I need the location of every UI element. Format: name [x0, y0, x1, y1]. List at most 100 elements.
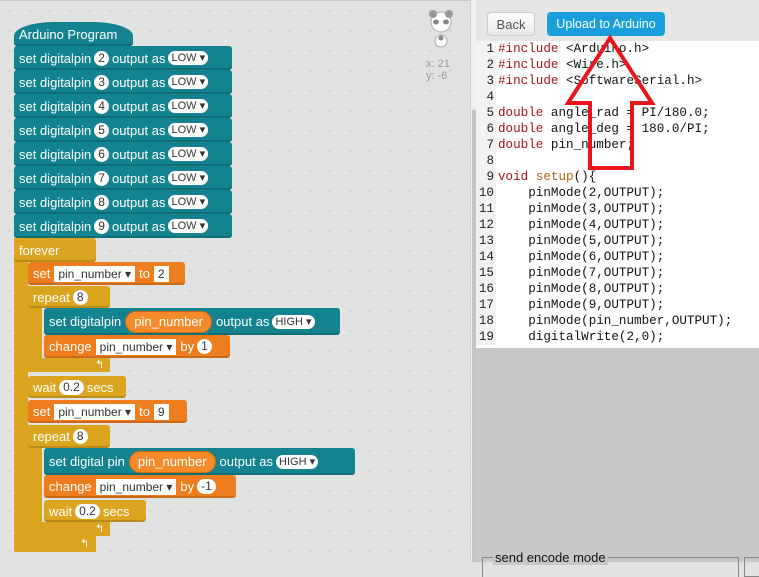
pin-input[interactable]: 6 [94, 146, 109, 162]
set-digitalpin-block[interactable]: set digitalpin 4 output as LOW ▾ [14, 94, 232, 118]
pin-input[interactable]: 4 [94, 98, 109, 114]
pin-input[interactable]: 7 [94, 170, 109, 186]
level-dropdown[interactable]: LOW ▾ [168, 75, 209, 89]
code-token: pinMode(5,OUTPUT); [498, 234, 665, 248]
value-input[interactable]: 9 [153, 403, 169, 420]
block-text: output as [111, 98, 166, 114]
pin-input[interactable]: 2 [94, 50, 109, 66]
level-dropdown[interactable]: HIGH ▾ [276, 454, 319, 469]
level-dropdown[interactable]: LOW ▾ [168, 123, 209, 137]
value-input[interactable]: 2 [153, 265, 169, 282]
code-line: 4 [476, 89, 759, 105]
block-text: by [180, 339, 195, 354]
loop-arrow-icon: ↰ [95, 523, 105, 535]
line-number: 17 [476, 297, 496, 313]
line-number: 7 [476, 137, 496, 153]
variable-dropdown[interactable]: pin_number ▾ [95, 478, 177, 495]
block-text: to [139, 404, 150, 419]
line-number: 11 [476, 201, 496, 217]
level-dropdown[interactable]: LOW ▾ [168, 99, 209, 113]
set-variable-block[interactable]: set pin_number ▾ to 9 [28, 400, 187, 423]
set-digitalpin-block[interactable]: set digitalpin 7 output as LOW ▾ [14, 166, 232, 190]
set-variable-block[interactable]: set pin_number ▾ to 2 [28, 262, 185, 285]
set-digitalpin-block[interactable]: set digitalpin 3 output as LOW ▾ [14, 70, 232, 94]
repeat-count-input[interactable]: 8 [72, 289, 88, 305]
level-dropdown[interactable]: LOW ▾ [168, 147, 209, 161]
line-text: pinMode(3,OUTPUT); [496, 201, 664, 217]
pin-number-reporter[interactable]: pin_number [125, 310, 212, 333]
coord-x: x: 21 [426, 58, 450, 70]
block-text: by [180, 479, 195, 494]
line-text: digitalWrite(2,0); [496, 329, 664, 345]
repeat-block[interactable]: repeat 8 [28, 286, 110, 308]
line-number: 9 [476, 169, 496, 185]
level-dropdown[interactable]: LOW ▾ [168, 171, 209, 185]
pin-number-reporter[interactable]: pin_number [128, 450, 216, 473]
change-variable-block[interactable]: change pin_number ▾ by 1 [44, 335, 230, 358]
set-digitalpin-block[interactable]: set digitalpin 6 output as LOW ▾ [14, 142, 232, 166]
code-line: 10 pinMode(2,OUTPUT); [476, 185, 759, 201]
block-text: change [49, 479, 92, 494]
upload-to-arduino-button[interactable]: Upload to Arduino [547, 12, 665, 36]
line-text [496, 89, 498, 105]
forever-block[interactable]: forever [14, 238, 96, 262]
line-text [496, 153, 498, 169]
variable-dropdown[interactable]: pin_number ▾ [95, 338, 177, 355]
set-digitalpin-block[interactable]: set digitalpin 9 output as LOW ▾ [14, 214, 232, 238]
line-text: pinMode(6,OUTPUT); [496, 249, 664, 265]
line-text: double pin_number; [496, 137, 634, 153]
fieldset-label: send encode mode [493, 550, 608, 565]
set-digitalpin-block[interactable]: set digitalpin pin_number output as HIGH ▾ [44, 308, 340, 335]
level-dropdown[interactable]: HIGH ▾ [272, 314, 315, 329]
pin-input[interactable]: 8 [94, 194, 109, 210]
repeat-label: repeat [33, 429, 70, 444]
variable-dropdown[interactable]: pin_number ▾ [54, 265, 136, 282]
block-text: set digitalpin [19, 218, 92, 234]
seconds-input[interactable]: 0.2 [59, 379, 84, 395]
seconds-input[interactable]: 0.2 [75, 503, 100, 519]
block-text: set digitalpin [49, 314, 122, 329]
line-number: 15 [476, 265, 496, 281]
code-line: 9 void setup(){ [476, 169, 759, 185]
variable-dropdown[interactable]: pin_number ▾ [54, 403, 136, 420]
value-input[interactable]: -1 [197, 479, 216, 494]
block-text: set digitalpin [19, 122, 92, 138]
code-token: <Arduino.h> [558, 42, 650, 56]
back-button[interactable]: Back [487, 12, 535, 36]
repeat-count-input[interactable]: 8 [72, 429, 88, 444]
block-text: output as [111, 146, 166, 162]
set-digital-pin-block[interactable]: set digital pin pin_number output as HIGH ▾ [44, 448, 355, 475]
code-token: pinMode(4,OUTPUT); [498, 218, 665, 232]
wait-block[interactable]: wait 0.2 secs [28, 376, 126, 398]
pin-input[interactable]: 9 [94, 218, 109, 234]
keyword: void [498, 170, 529, 184]
level-dropdown[interactable]: LOW ▾ [168, 195, 209, 209]
set-digitalpin-block[interactable]: set digitalpin 5 output as LOW ▾ [14, 118, 232, 142]
level-dropdown[interactable]: LOW ▾ [168, 51, 209, 65]
block-text: set [33, 266, 51, 281]
repeat-block[interactable]: repeat 8 [28, 425, 110, 448]
value-input[interactable]: 1 [197, 339, 212, 354]
line-text: pinMode(9,OUTPUT); [496, 297, 664, 313]
code-token: pin_number; [543, 138, 635, 152]
pin-input[interactable]: 3 [94, 74, 109, 90]
set-digitalpin-block[interactable]: set digitalpin 2 output as LOW ▾ [14, 46, 232, 70]
line-text: pinMode(5,OUTPUT); [496, 233, 664, 249]
pin-input[interactable]: 5 [94, 122, 109, 138]
change-variable-block[interactable]: change pin_number ▾ by -1 [44, 475, 236, 498]
loop-arrow-icon: ↰ [80, 538, 90, 550]
code-editor[interactable]: 1 #include <Arduino.h> 2 #include <Wire.h> 3… [476, 41, 759, 348]
wait-block[interactable]: wait 0.2 secs [44, 500, 146, 522]
arduino-program-hat-block[interactable]: Arduino Program [14, 22, 133, 46]
line-text: void setup(){ [496, 169, 596, 185]
code-line: 13 pinMode(5,OUTPUT); [476, 233, 759, 249]
line-number: 2 [476, 57, 496, 73]
level-dropdown[interactable]: LOW ▾ [168, 219, 209, 233]
code-line: 8 [476, 153, 759, 169]
line-text: #include <SoftwareSerial.h> [496, 73, 702, 89]
set-digitalpin-block[interactable]: set digitalpin 8 output as LOW ▾ [14, 190, 232, 214]
code-token: pinMode(9,OUTPUT); [498, 298, 665, 312]
code-token: pinMode(8,OUTPUT); [498, 282, 665, 296]
block-text: secs [86, 379, 114, 395]
